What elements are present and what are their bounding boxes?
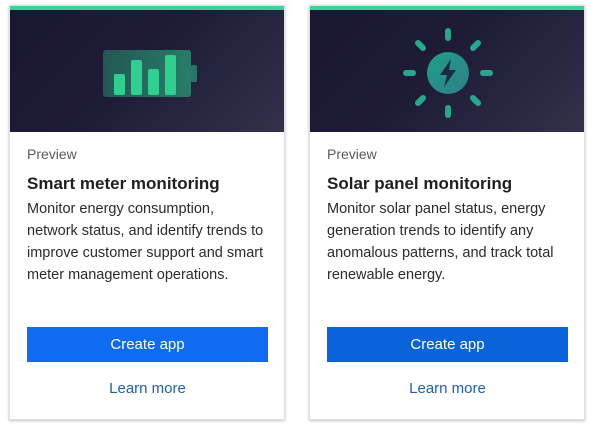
learn-more-link[interactable]: Learn more <box>27 379 268 399</box>
preview-label: Preview <box>327 146 377 162</box>
card-title: Solar panel monitoring <box>327 174 513 193</box>
card-content: Preview Solar panel monitoring Monitor s… <box>310 132 584 308</box>
template-cards: Preview Smart meter monitoring Monitor e… <box>0 0 600 425</box>
card-description: Monitor energy consumption, network stat… <box>27 201 264 283</box>
card-smart-meter: Preview Smart meter monitoring Monitor e… <box>9 5 285 420</box>
create-app-button[interactable]: Create app <box>327 327 568 362</box>
card-content: Preview Smart meter monitoring Monitor e… <box>10 132 284 308</box>
card-title: Smart meter monitoring <box>27 174 220 193</box>
create-app-button[interactable]: Create app <box>27 327 268 362</box>
card-description: Monitor solar panel status, energy gener… <box>327 201 554 283</box>
preview-label: Preview <box>27 146 77 162</box>
learn-more-link[interactable]: Learn more <box>327 379 568 399</box>
battery-chart-icon <box>103 50 197 97</box>
card-hero-image <box>310 10 584 132</box>
card-hero-image <box>10 10 284 132</box>
card-solar-panel: Preview Solar panel monitoring Monitor s… <box>309 5 585 420</box>
sun-bolt-icon <box>403 28 493 118</box>
